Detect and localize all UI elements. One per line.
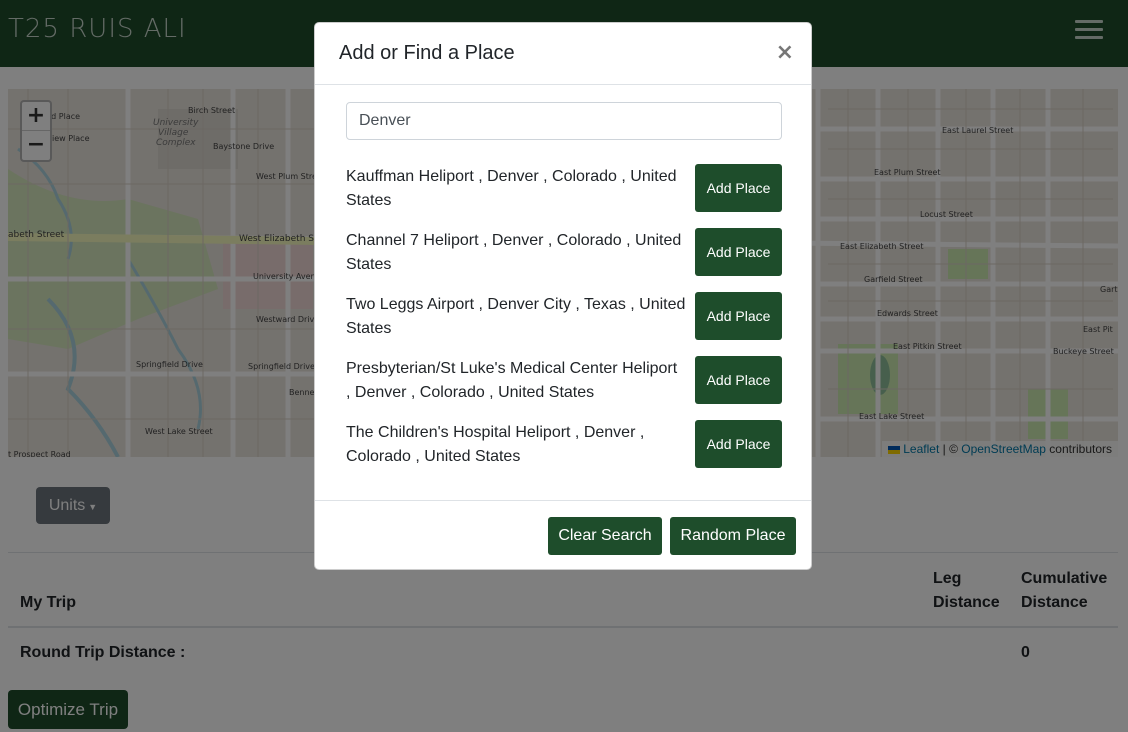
result-text: Channel 7 Heliport , Denver , Colorado ,… bbox=[346, 232, 682, 273]
add-place-modal: Add or Find a Place × Kauffman Heliport … bbox=[314, 22, 812, 570]
search-result-item: Kauffman Heliport , Denver , Colorado , … bbox=[346, 164, 782, 212]
add-place-button[interactable]: Add Place bbox=[695, 164, 782, 212]
add-place-button[interactable]: Add Place bbox=[695, 292, 782, 340]
result-text: Kauffman Heliport , Denver , Colorado , … bbox=[346, 168, 677, 209]
modal-title: Add or Find a Place bbox=[339, 42, 515, 64]
result-text: The Children's Hospital Heliport , Denve… bbox=[346, 424, 645, 465]
add-place-button[interactable]: Add Place bbox=[695, 356, 782, 404]
search-result-item: Two Leggs Airport , Denver City , Texas … bbox=[346, 292, 782, 340]
modal-footer: Clear Search Random Place bbox=[315, 500, 811, 570]
close-icon[interactable]: × bbox=[776, 40, 794, 65]
search-result-item: Channel 7 Heliport , Denver , Colorado ,… bbox=[346, 228, 782, 276]
result-text: Two Leggs Airport , Denver City , Texas … bbox=[346, 296, 686, 337]
random-place-button[interactable]: Random Place bbox=[670, 517, 796, 555]
add-place-button[interactable]: Add Place bbox=[695, 228, 782, 276]
add-place-button[interactable]: Add Place bbox=[695, 420, 782, 468]
search-result-item: Presbyterian/St Luke's Medical Center He… bbox=[346, 356, 782, 404]
result-text: Presbyterian/St Luke's Medical Center He… bbox=[346, 360, 678, 401]
search-result-item: The Children's Hospital Heliport , Denve… bbox=[346, 420, 782, 468]
clear-search-button[interactable]: Clear Search bbox=[548, 517, 662, 555]
modal-header: Add or Find a Place × bbox=[315, 23, 811, 85]
place-search-input[interactable] bbox=[346, 102, 782, 140]
